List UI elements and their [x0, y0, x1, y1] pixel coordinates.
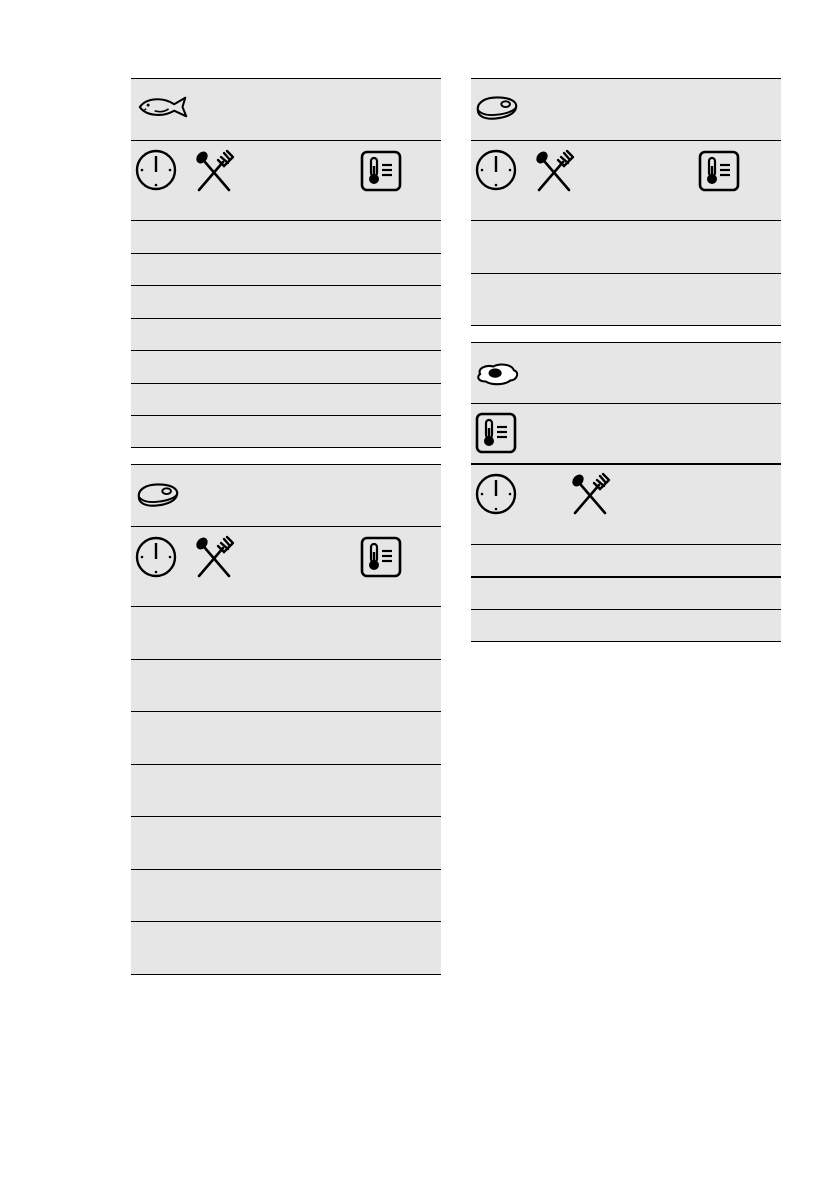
steak-icon — [135, 479, 181, 511]
row-divider — [471, 544, 781, 545]
header-divider — [471, 140, 781, 141]
row-divider — [131, 415, 441, 416]
clock-icon — [134, 148, 178, 192]
meat-table-left — [131, 464, 441, 975]
steak-icon — [474, 92, 520, 124]
row-divider — [471, 576, 781, 578]
table-bottom-rule — [471, 641, 781, 642]
header-divider — [471, 463, 781, 465]
header-divider — [131, 140, 441, 141]
food-sensor-thermometer-icon — [697, 149, 741, 193]
header-divider — [131, 526, 441, 527]
row-divider — [131, 921, 441, 922]
food-sensor-thermometer-icon — [359, 535, 403, 579]
table-bottom-rule — [131, 447, 441, 448]
clock-icon — [474, 472, 518, 516]
table-top-rule — [471, 78, 781, 79]
row-divider — [131, 383, 441, 384]
food-sensor-thermometer-icon — [474, 411, 518, 455]
header-divider — [471, 403, 781, 404]
row-divider — [131, 816, 441, 817]
clock-icon — [134, 535, 178, 579]
fish-icon — [137, 94, 189, 120]
row-divider — [131, 318, 441, 319]
spoon-fork-icon — [191, 149, 235, 193]
spoon-fork-icon — [531, 149, 575, 193]
table-top-rule — [131, 78, 441, 79]
table-top-rule — [471, 342, 781, 343]
row-divider — [131, 764, 441, 765]
row-divider — [131, 606, 441, 607]
row-divider — [471, 220, 781, 221]
row-divider — [131, 220, 441, 221]
row-divider — [471, 273, 781, 274]
food-sensor-thermometer-icon — [359, 149, 403, 193]
row-divider — [131, 659, 441, 660]
table-bottom-rule — [471, 325, 781, 326]
row-divider — [131, 285, 441, 286]
table-bottom-rule — [131, 974, 441, 975]
egg-table — [471, 342, 781, 642]
spoon-fork-icon — [191, 535, 235, 579]
row-divider — [131, 869, 441, 870]
spoon-fork-icon — [567, 472, 611, 516]
row-divider — [471, 609, 781, 610]
clock-icon — [474, 148, 518, 192]
row-divider — [131, 711, 441, 712]
row-divider — [131, 350, 441, 351]
fried-egg-icon — [474, 359, 520, 389]
table-top-rule — [131, 464, 441, 465]
fish-table — [131, 78, 441, 448]
meat-table-right — [471, 78, 781, 326]
row-divider — [131, 253, 441, 254]
